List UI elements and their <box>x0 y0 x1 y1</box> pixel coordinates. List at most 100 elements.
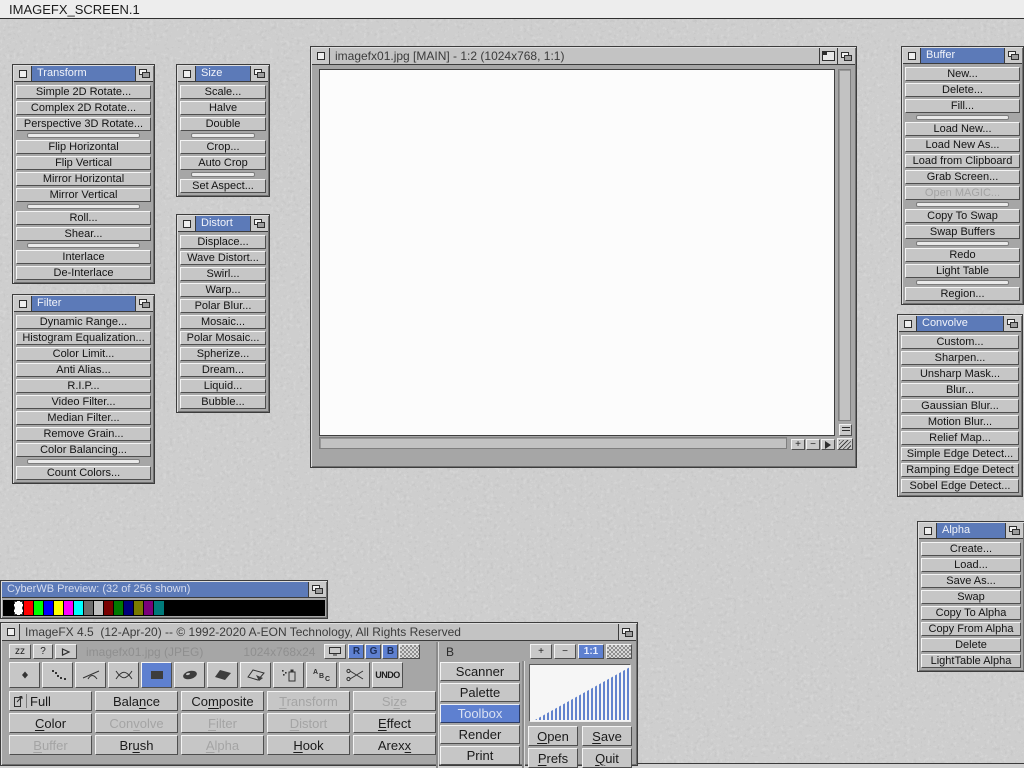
anti-alias-button[interactable]: Anti Alias... <box>16 363 151 377</box>
load-new-as-button[interactable]: Load New As... <box>905 138 1020 152</box>
relief-map-button[interactable]: Relief Map... <box>901 431 1019 445</box>
freehand-tool-button[interactable] <box>42 662 73 688</box>
balance-button[interactable]: Balance <box>95 691 178 711</box>
color-swatch[interactable] <box>225 601 234 615</box>
scale-button[interactable]: Scale... <box>180 85 266 99</box>
flip-horizontal-button[interactable]: Flip Horizontal <box>16 140 151 154</box>
delete-alpha-button[interactable]: Delete <box>921 638 1021 652</box>
resize-gadget[interactable] <box>837 438 853 450</box>
depth-gadget[interactable] <box>837 48 855 64</box>
fill-button[interactable]: Fill... <box>905 99 1020 113</box>
light-table-button[interactable]: Light Table <box>905 264 1020 278</box>
load-from-clipboard-button[interactable]: Load from Clipboard <box>905 154 1020 168</box>
color-swatch[interactable] <box>104 601 113 615</box>
zoom-out-gadget[interactable]: − <box>806 439 820 450</box>
composite-button[interactable]: Composite <box>181 691 264 711</box>
open-button[interactable]: Open <box>528 726 578 746</box>
channel-blue-button[interactable]: B <box>382 644 398 659</box>
hook-button[interactable]: Hook <box>267 735 350 755</box>
sobel-edge-detect-button[interactable]: Sobel Edge Detect... <box>901 479 1019 493</box>
brush-button[interactable]: Brush <box>95 735 178 755</box>
zoom-one-to-one-button[interactable]: 1:1 <box>578 644 604 659</box>
color-swatch[interactable] <box>305 601 314 615</box>
ellipse-tool-button[interactable] <box>174 662 205 688</box>
dither-pattern-button[interactable] <box>399 644 420 659</box>
color-swatch[interactable] <box>215 601 224 615</box>
set-aspect-button[interactable]: Set Aspect... <box>180 179 266 193</box>
lighttable-alpha-button[interactable]: LightTable Alpha <box>921 654 1021 668</box>
color-swatch[interactable] <box>195 601 204 615</box>
close-gadget[interactable] <box>14 66 32 81</box>
copy-from-alpha-button[interactable]: Copy From Alpha <box>921 622 1021 636</box>
close-gadget[interactable] <box>178 66 196 81</box>
pan-gadget[interactable] <box>821 439 835 450</box>
color-swatch[interactable] <box>84 601 93 615</box>
depth-gadget[interactable] <box>308 582 326 597</box>
distort-titlebar[interactable]: Distort <box>178 216 268 232</box>
depth-gadget[interactable] <box>1004 48 1022 63</box>
custom-button[interactable]: Custom... <box>901 335 1019 349</box>
color-swatch[interactable] <box>34 601 43 615</box>
filter-titlebar[interactable]: Filter <box>14 296 153 312</box>
de-interlace-button[interactable]: De-Interlace <box>16 266 151 280</box>
point-tool-button[interactable] <box>9 662 40 688</box>
color-swatch[interactable] <box>265 601 274 615</box>
effect-button[interactable]: Effect <box>353 713 436 733</box>
close-gadget[interactable] <box>919 523 937 538</box>
double-button[interactable]: Double <box>180 117 266 131</box>
roll-button[interactable]: Roll... <box>16 211 151 225</box>
close-gadget[interactable] <box>14 296 32 311</box>
swap-buffers-button[interactable]: Swap Buffers <box>905 225 1020 239</box>
count-colors-button[interactable]: Count Colors... <box>16 466 151 480</box>
color-swatch[interactable] <box>295 601 304 615</box>
delete-button[interactable]: Delete... <box>905 83 1020 97</box>
unsharp-mask-button[interactable]: Unsharp Mask... <box>901 367 1019 381</box>
arexx-button[interactable]: Arexx <box>353 735 436 755</box>
ramping-edge-detect-button[interactable]: Ramping Edge Detect <box>901 463 1019 477</box>
color-swatch[interactable] <box>124 601 133 615</box>
redo-button[interactable]: Redo <box>905 248 1020 262</box>
channel-red-button[interactable]: R <box>348 644 364 659</box>
shear-button[interactable]: Shear... <box>16 227 151 241</box>
help-button[interactable]: ? <box>33 644 53 659</box>
color-swatch[interactable] <box>54 601 63 615</box>
color-swatch[interactable] <box>134 601 143 615</box>
load-button[interactable]: Load... <box>921 558 1021 572</box>
color-swatch[interactable] <box>285 601 294 615</box>
depth-gadget[interactable] <box>1005 523 1023 538</box>
polar-mosaic-button[interactable]: Polar Mosaic... <box>180 331 266 345</box>
grab-screen-button[interactable]: Grab Screen... <box>905 170 1020 184</box>
depth-gadget[interactable] <box>135 66 153 81</box>
simple-edge-detect-button[interactable]: Simple Edge Detect... <box>901 447 1019 461</box>
color-swatch[interactable] <box>24 601 33 615</box>
perspective-3d-rotate-button[interactable]: Perspective 3D Rotate... <box>16 117 151 131</box>
vertical-scrollbar[interactable] <box>838 69 851 421</box>
color-swatch[interactable] <box>245 601 254 615</box>
halve-button[interactable]: Halve <box>180 101 266 115</box>
color-swatch[interactable] <box>315 601 324 615</box>
color-swatch[interactable] <box>175 601 184 615</box>
color-swatch[interactable] <box>205 601 214 615</box>
palette-titlebar[interactable]: CyberWB Preview: (32 of 256 shown) <box>2 582 326 598</box>
close-gadget[interactable] <box>178 216 196 231</box>
close-gadget[interactable] <box>312 48 330 64</box>
texture-pattern-button[interactable] <box>606 644 632 659</box>
play-button[interactable] <box>55 644 77 659</box>
transform-titlebar[interactable]: Transform <box>14 66 153 82</box>
color-swatch[interactable] <box>64 601 73 615</box>
swap-button[interactable]: Swap <box>921 590 1021 604</box>
image-window-titlebar[interactable]: imagefx01.jpg [MAIN] - 1:2 (1024x768, 1:… <box>312 48 855 65</box>
toolbox-button[interactable]: Toolbox <box>440 704 520 723</box>
depth-gadget[interactable] <box>135 296 153 311</box>
copy-to-swap-button[interactable]: Copy To Swap <box>905 209 1020 223</box>
close-gadget[interactable] <box>2 624 20 640</box>
rip-button[interactable]: R.I.P... <box>16 379 151 393</box>
color-swatch[interactable] <box>185 601 194 615</box>
color-swatch[interactable] <box>275 601 284 615</box>
screen-title-bar[interactable]: IMAGEFX_SCREEN.1 <box>0 0 1024 19</box>
scissors-tool-button[interactable] <box>339 662 370 688</box>
color-swatch[interactable] <box>154 601 163 615</box>
screen-button[interactable] <box>324 644 346 659</box>
scanner-button[interactable]: Scanner <box>440 662 520 681</box>
new-button[interactable]: New... <box>905 67 1020 81</box>
